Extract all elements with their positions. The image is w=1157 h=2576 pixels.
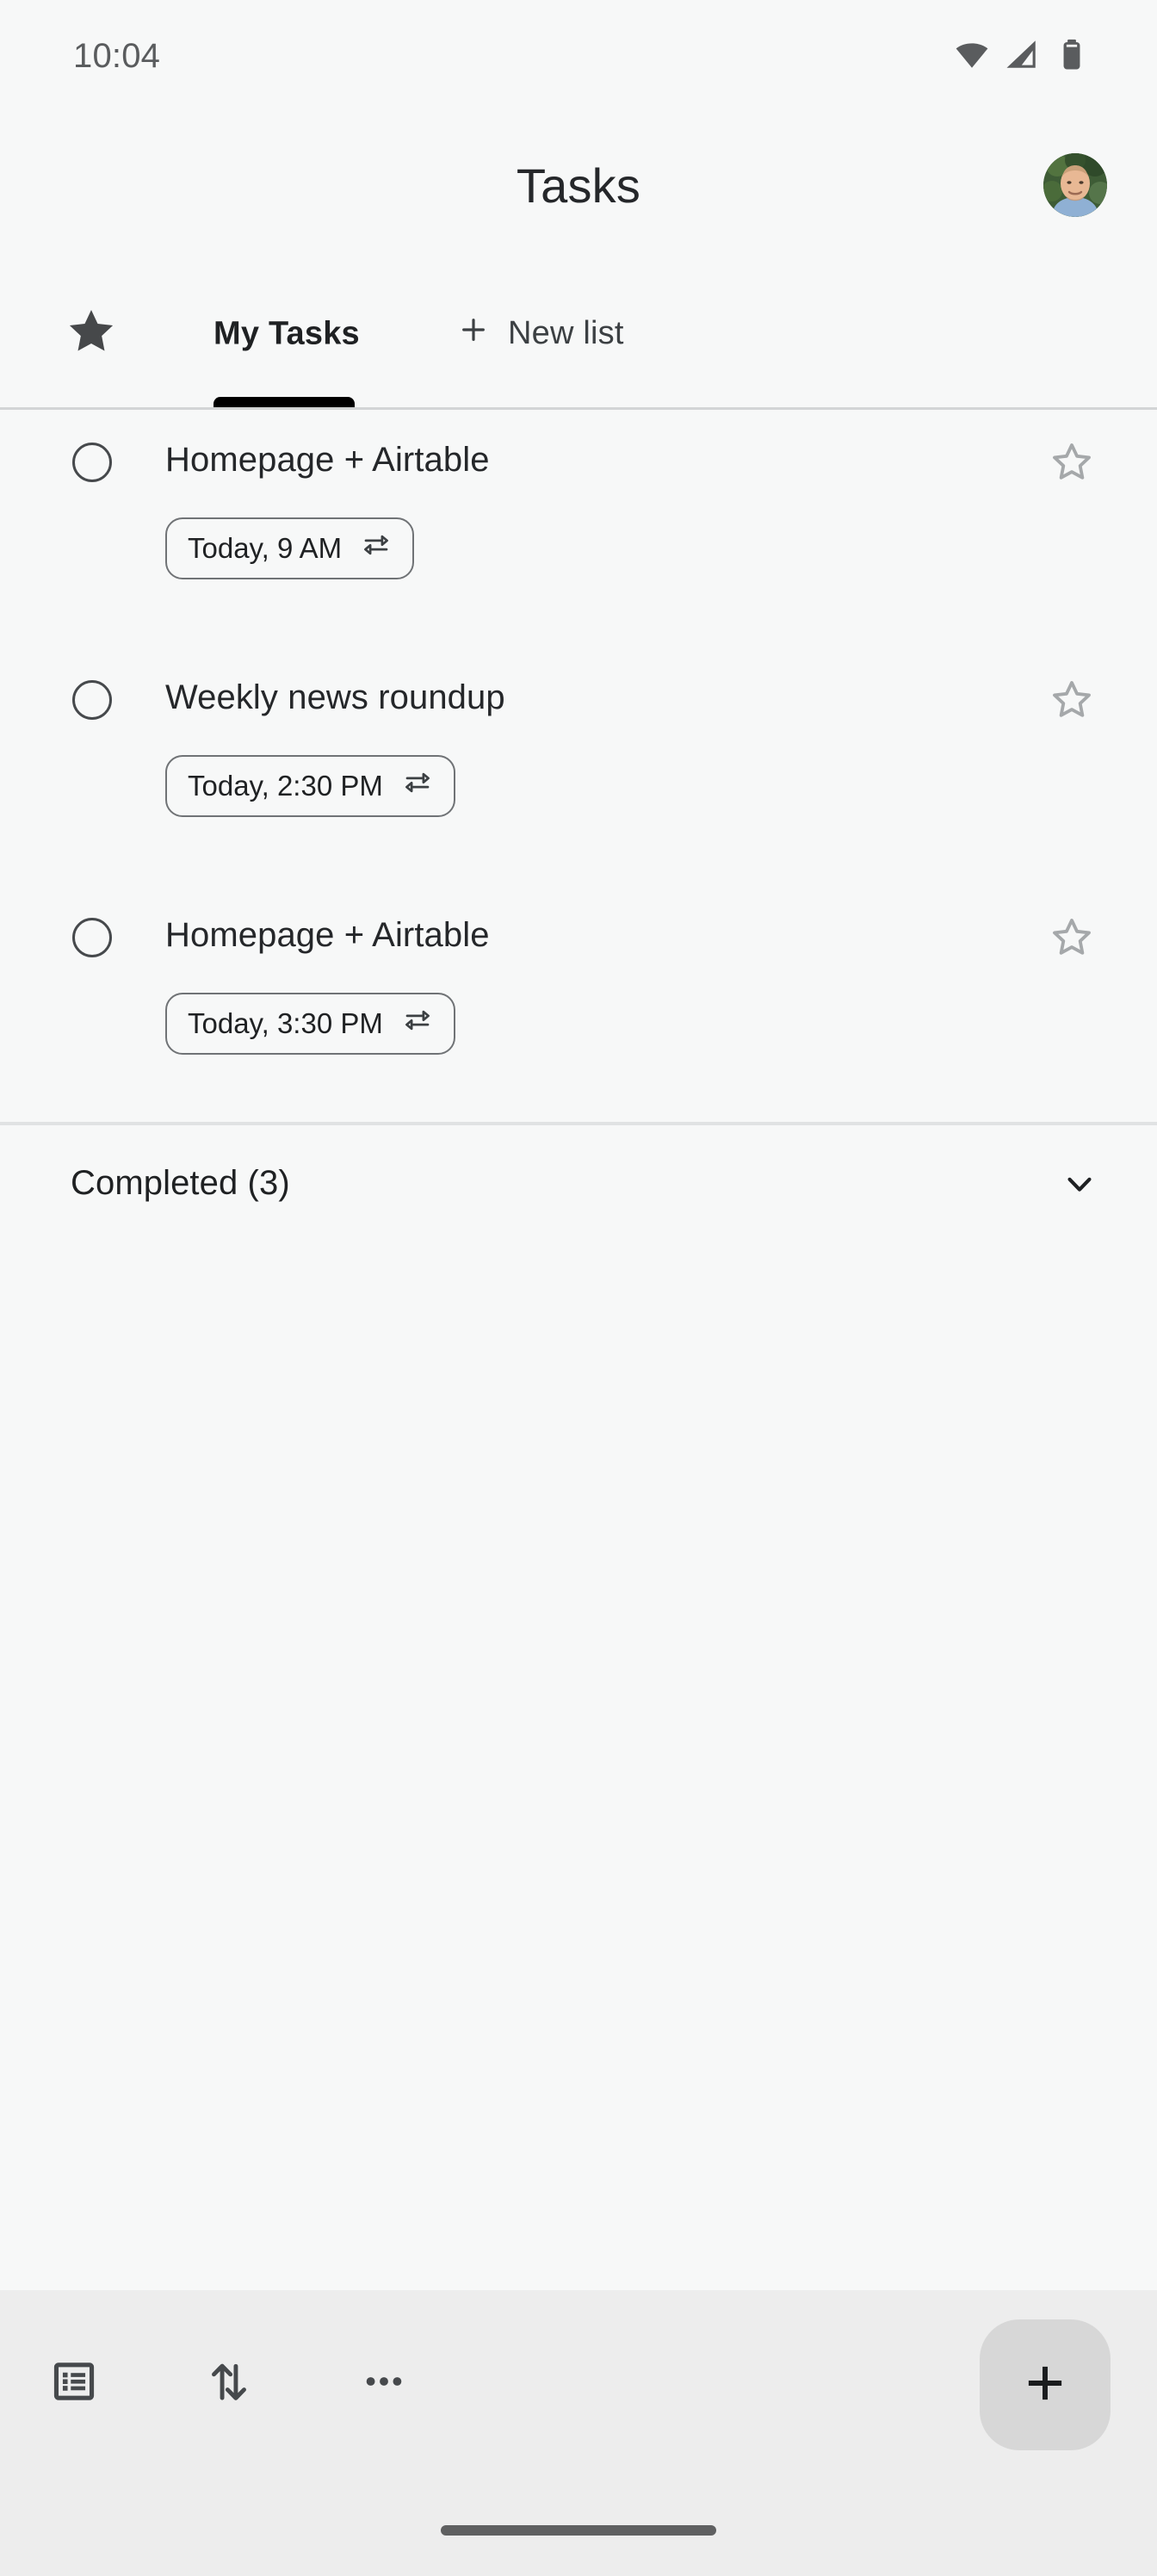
task-due-label: Today, 3:30 PM: [188, 1007, 383, 1039]
repeat-icon: [402, 767, 433, 805]
bottom-bar: [0, 2290, 1157, 2576]
app-header: Tasks: [0, 112, 1157, 258]
completed-label: Completed (3): [71, 1164, 290, 1202]
list-icon: [50, 2357, 98, 2410]
plus-icon: [1018, 2356, 1072, 2414]
plus-icon: [456, 313, 491, 356]
repeat-icon: [361, 529, 392, 567]
tab-new-list[interactable]: New list: [456, 313, 624, 356]
star-outline-icon[interactable]: [1047, 675, 1097, 725]
task-row[interactable]: Homepage + Airtable Today, 3:30 PM: [0, 885, 1157, 1123]
status-bar: 10:04: [0, 0, 1157, 112]
circle-unchecked-icon[interactable]: [72, 918, 112, 957]
task-due-chip[interactable]: Today, 3:30 PM: [165, 993, 455, 1055]
star-outline-icon[interactable]: [1047, 437, 1097, 487]
tab-new-list-label: New list: [508, 315, 624, 351]
status-icons: [954, 36, 1090, 77]
cellular-signal-icon: [1004, 36, 1040, 77]
circle-unchecked-icon[interactable]: [72, 680, 112, 720]
task-row[interactable]: Weekly news roundup Today, 2:30 PM: [0, 647, 1157, 885]
tab-my-tasks[interactable]: My Tasks: [213, 315, 360, 352]
more-horizontal-icon: [360, 2357, 408, 2410]
tab-starred[interactable]: [59, 301, 124, 367]
star-outline-icon[interactable]: [1047, 913, 1097, 963]
task-due-chip[interactable]: Today, 9 AM: [165, 517, 415, 579]
account-avatar[interactable]: [1043, 153, 1107, 217]
task-list: Homepage + Airtable Today, 9 AM Weekly n…: [0, 410, 1157, 1123]
task-due-label: Today, 9 AM: [188, 532, 343, 564]
completed-section-header[interactable]: Completed (3): [0, 1125, 1157, 1242]
home-indicator: [441, 2525, 716, 2536]
circle-unchecked-icon[interactable]: [72, 443, 112, 482]
star-filled-icon: [65, 305, 118, 362]
task-title: Homepage + Airtable: [165, 916, 490, 954]
more-options-button[interactable]: [351, 2350, 417, 2416]
task-title: Weekly news roundup: [165, 678, 505, 716]
sort-arrows-icon: [205, 2357, 253, 2410]
task-due-chip[interactable]: Today, 2:30 PM: [165, 755, 455, 817]
bottom-bar-actions: [0, 2290, 417, 2476]
chevron-down-icon[interactable]: [1054, 1158, 1105, 1210]
battery-icon: [1054, 36, 1090, 77]
add-task-button[interactable]: [980, 2319, 1111, 2450]
page-title: Tasks: [516, 158, 641, 213]
wifi-icon: [954, 36, 990, 77]
task-row[interactable]: Homepage + Airtable Today, 9 AM: [0, 410, 1157, 647]
task-title: Homepage + Airtable: [165, 441, 490, 479]
task-due-label: Today, 2:30 PM: [188, 770, 383, 802]
sort-button[interactable]: [196, 2350, 262, 2416]
switch-list-button[interactable]: [41, 2350, 107, 2416]
status-time: 10:04: [73, 36, 161, 75]
tab-bar: My Tasks New list: [0, 258, 1157, 409]
repeat-icon: [402, 1005, 433, 1043]
